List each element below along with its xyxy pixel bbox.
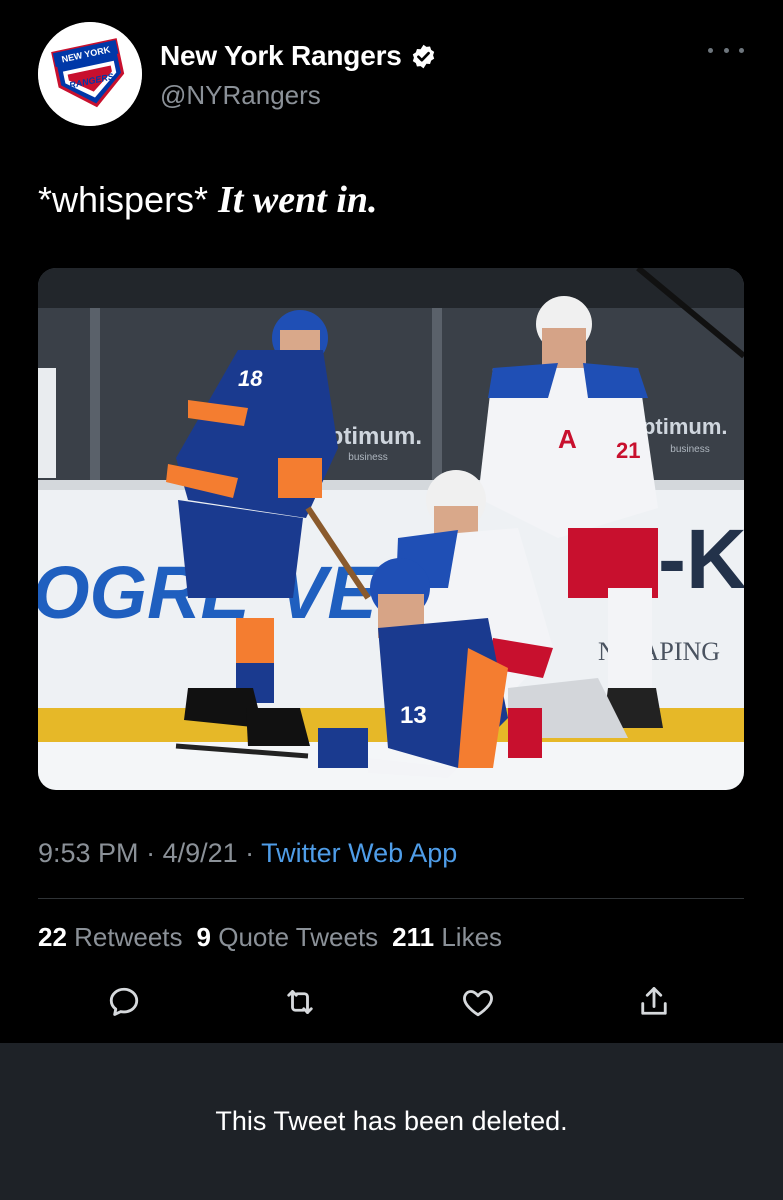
quote-tweets-stat[interactable]: 9 Quote Tweets (197, 922, 379, 952)
deleted-notice: This Tweet has been deleted. (0, 1043, 783, 1200)
deleted-notice-text: This Tweet has been deleted. (215, 1106, 568, 1136)
tweet-stats: 22 Retweets 9 Quote Tweets 211 Likes (38, 922, 516, 953)
tweet-text: *whispers* It went in. (38, 178, 378, 222)
tweet-card: NEW YORK RANGERS New York Rangers @NYRan… (0, 0, 783, 1043)
heart-icon[interactable] (456, 980, 500, 1024)
hockey-photo: optimum. business optimum. business OGRE… (38, 268, 744, 790)
dot (739, 47, 744, 53)
svg-text:A: A (558, 424, 577, 454)
retweets-stat[interactable]: 22 Retweets (38, 922, 183, 952)
retweet-icon[interactable] (278, 980, 322, 1024)
rangers-logo: NEW YORK RANGERS (38, 22, 142, 126)
likes-stat[interactable]: 211 Likes (392, 922, 502, 952)
more-options-icon[interactable] (708, 40, 744, 60)
divider (38, 898, 744, 899)
svg-text:21: 21 (616, 438, 640, 463)
meta-separator: · (237, 838, 262, 868)
svg-text:13: 13 (400, 702, 427, 729)
board-ad-right: -K (658, 512, 744, 606)
svg-text:18: 18 (238, 366, 263, 391)
svg-text:business: business (670, 444, 709, 455)
tweet-text-plain: *whispers* (38, 179, 219, 220)
display-name[interactable]: New York Rangers (160, 40, 402, 72)
verified-badge-icon (410, 43, 437, 70)
tweet-photo[interactable]: optimum. business optimum. business OGRE… (38, 268, 744, 790)
tweet-text-emphasis: It went in. (218, 179, 378, 221)
share-icon[interactable] (632, 980, 676, 1024)
svg-text:business: business (348, 452, 387, 463)
source-app-link[interactable]: Twitter Web App (261, 838, 457, 868)
dot (723, 47, 729, 53)
tweet-date[interactable]: 4/9/21 (163, 838, 238, 868)
meta-separator: · (138, 838, 163, 868)
user-handle[interactable]: @NYRangers (160, 80, 321, 111)
reply-icon[interactable] (102, 980, 146, 1024)
author-name-row[interactable]: New York Rangers (160, 40, 437, 72)
tweet-time[interactable]: 9:53 PM (38, 838, 139, 868)
dot (708, 47, 713, 53)
action-bar (0, 980, 783, 1028)
tweet-meta: 9:53 PM · 4/9/21 · Twitter Web App (38, 838, 457, 869)
avatar[interactable]: NEW YORK RANGERS (38, 22, 142, 126)
